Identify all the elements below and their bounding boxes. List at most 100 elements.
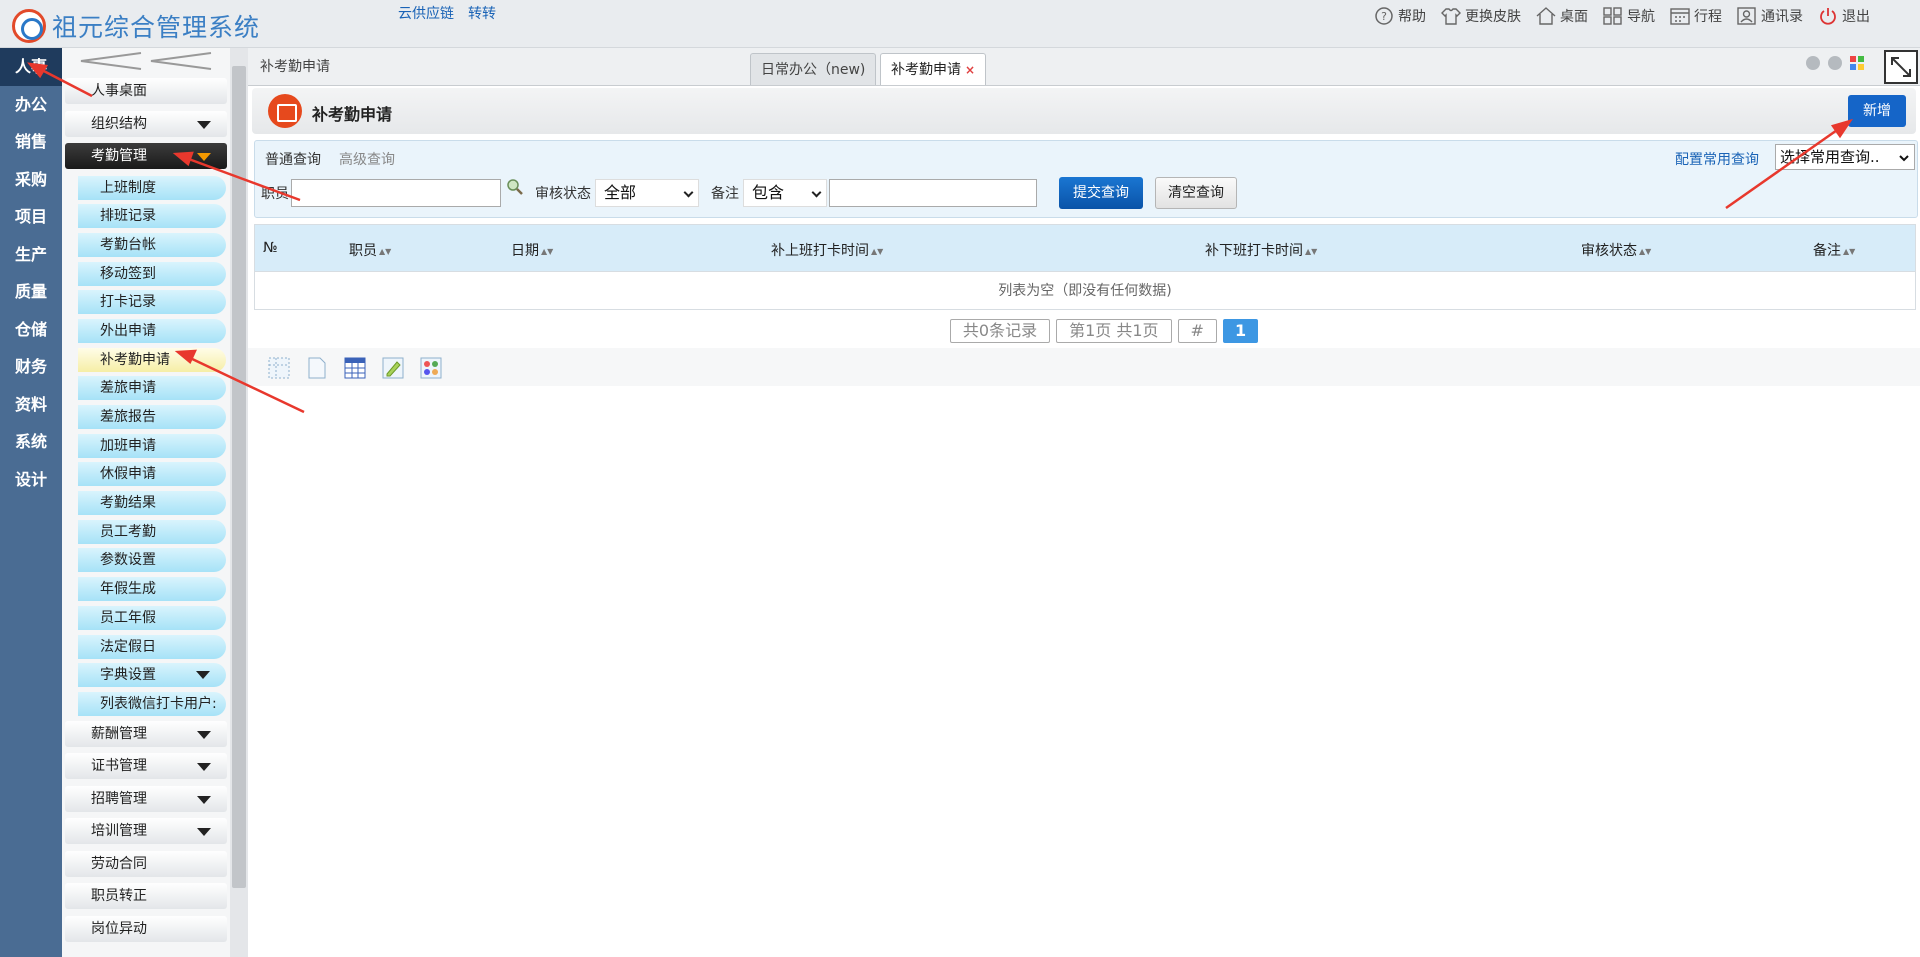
menu-training-management[interactable]: 培训管理 [65, 818, 227, 845]
config-common-query-link[interactable]: 配置常用查询 [1675, 149, 1759, 169]
desktop-button[interactable]: 桌面 [1535, 5, 1588, 27]
saved-query-select[interactable]: 选择常用查询.. [1775, 144, 1915, 170]
change-skin-label: 更换皮肤 [1465, 9, 1521, 25]
menu-labor-contract[interactable]: 劳动合同 [65, 850, 227, 877]
tab-normal-query[interactable]: 普通查询 [265, 149, 321, 169]
category-design[interactable]: 设计 [0, 461, 62, 499]
category-purchase[interactable]: 采购 [0, 161, 62, 199]
col-date[interactable]: 日期 ▲▼ [511, 240, 553, 260]
tab-prev-icon[interactable] [1806, 56, 1820, 70]
status-select[interactable]: 全部 [595, 179, 699, 207]
menu-position-change[interactable]: 岗位异动 [65, 915, 227, 942]
status-label: 审核状态 [535, 186, 591, 202]
col-staff[interactable]: 职员 ▲▼ [349, 240, 391, 260]
sub-staff-attendance[interactable]: 员工考勤 [78, 519, 226, 544]
pager-jump-button[interactable]: # [1177, 319, 1217, 343]
submit-query-button[interactable]: 提交查询 [1059, 177, 1143, 209]
sub-annual-leave-generate[interactable]: 年假生成 [78, 577, 226, 602]
col-makeup-off-time[interactable]: 补下班打卡时间 ▲▼ [1205, 240, 1317, 260]
sub-mobile-checkin[interactable]: 移动签到 [78, 261, 226, 286]
col-review-status[interactable]: 审核状态 ▲▼ [1581, 240, 1651, 260]
category-production[interactable]: 生产 [0, 236, 62, 274]
sub-staff-annual-leave[interactable]: 员工年假 [78, 605, 226, 630]
close-icon[interactable]: × [965, 63, 975, 77]
table-icon[interactable] [344, 357, 366, 379]
tab-daily-office[interactable]: 日常办公（new) [750, 53, 877, 85]
sub-travel-report[interactable]: 差旅报告 [78, 405, 226, 429]
category-system[interactable]: 系统 [0, 423, 62, 461]
menu-attendance-management[interactable]: 考勤管理 [65, 143, 227, 169]
tab-next-icon[interactable] [1828, 56, 1842, 70]
menu-hr-desktop[interactable]: 人事桌面 [65, 78, 227, 104]
scrollbar-thumb[interactable] [232, 66, 246, 888]
category-project[interactable]: 项目 [0, 198, 62, 236]
tab-makeup-attendance[interactable]: 补考勤申请 × [880, 53, 987, 85]
sub-parameter-settings[interactable]: 参数设置 [78, 548, 226, 573]
category-quality[interactable]: 质量 [0, 273, 62, 311]
edit-icon[interactable] [382, 357, 404, 379]
grid-toolbar [248, 348, 1920, 386]
menu-recruitment-management[interactable]: 招聘管理 [65, 785, 227, 812]
sub-attendance-ledger[interactable]: 考勤台帐 [78, 232, 226, 257]
top-link-supply-chain[interactable]: 云供应链 [398, 3, 454, 23]
category-office[interactable]: 办公 [0, 86, 62, 124]
sub-leave-request[interactable]: 休假申请 [78, 462, 226, 487]
top-links: 云供应链 转转 [398, 3, 496, 23]
sub-wechat-punch-users[interactable]: 列表微信打卡用户: [78, 691, 226, 716]
sub-punch-records[interactable]: 打卡记录 [78, 290, 226, 315]
col-remark[interactable]: 备注 ▲▼ [1813, 240, 1855, 260]
top-link-transfer[interactable]: 转转 [468, 3, 496, 23]
help-button[interactable]: ? 帮助 [1373, 5, 1426, 27]
chevron-down-icon [197, 763, 211, 772]
grid-select-icon[interactable] [268, 357, 290, 379]
tool-menu: ? 帮助 更换皮肤 桌面 导航 行程 通讯录 退出 [1373, 5, 1870, 27]
sub-public-holidays[interactable]: 法定假日 [78, 634, 226, 659]
grid-header: № 职员 ▲▼ 日期 ▲▼ 补上班打卡时间 ▲▼ 补下班打卡时间 ▲▼ 审核状态 ▲▼ 备… [255, 225, 1915, 271]
sub-outing-request[interactable]: 外出申请 [78, 318, 226, 343]
col-makeup-on-time[interactable]: 补上班打卡时间 ▲▼ [771, 240, 883, 260]
contacts-button[interactable]: 通讯录 [1736, 5, 1803, 27]
category-sales[interactable]: 销售 [0, 123, 62, 161]
category-bar: 人事 办公 销售 采购 项目 生产 质量 仓储 财务 资料 系统 设计 [0, 48, 62, 957]
collapse-sidebar-button[interactable] [62, 48, 230, 78]
sub-makeup-attendance[interactable]: 补考勤申请 [78, 347, 226, 372]
menu-certificate-management[interactable]: 证书管理 [65, 753, 227, 780]
category-data[interactable]: 资料 [0, 386, 62, 424]
menu-staff-regularization[interactable]: 职员转正 [65, 883, 227, 910]
sidebar-scrollbar[interactable] [230, 48, 248, 957]
staff-input[interactable] [291, 179, 501, 207]
remark-input[interactable] [829, 179, 1037, 207]
menu-salary-management[interactable]: 薪酬管理 [65, 720, 227, 747]
sub-travel-request[interactable]: 差旅申请 [78, 376, 226, 401]
logout-button[interactable]: 退出 [1817, 5, 1870, 27]
sub-shift-records[interactable]: 排班记录 [78, 204, 226, 229]
navigation-button[interactable]: 导航 [1602, 5, 1655, 27]
clear-query-button[interactable]: 清空查询 [1155, 177, 1237, 209]
menu-org-structure[interactable]: 组织结构 [65, 110, 227, 137]
category-warehouse[interactable]: 仓储 [0, 311, 62, 349]
tab-advanced-query[interactable]: 高级查询 [339, 149, 395, 169]
windows-icon[interactable] [1850, 56, 1864, 74]
sort-icon: ▲▼ [1305, 246, 1318, 256]
calendar-grid-icon [268, 94, 302, 128]
tab-nav [1806, 56, 1864, 74]
menu-salary-label: 薪酬管理 [91, 725, 147, 742]
category-hr[interactable]: 人事 [0, 48, 62, 86]
document-icon[interactable] [306, 357, 328, 379]
app-logo[interactable]: 祖元综合管理系统 [12, 8, 260, 44]
search-icon[interactable] [505, 177, 525, 201]
help-icon: ? [1373, 5, 1395, 27]
palette-icon[interactable] [420, 357, 442, 379]
new-button[interactable]: 新增 [1848, 95, 1906, 127]
category-finance[interactable]: 财务 [0, 348, 62, 386]
contacts-icon [1736, 5, 1758, 27]
sub-dictionary-settings[interactable]: 字典设置 [78, 663, 226, 688]
sub-attendance-result[interactable]: 考勤结果 [78, 491, 226, 516]
sub-overtime-request[interactable]: 加班申请 [78, 433, 226, 458]
pager-current-page[interactable]: 1 [1222, 319, 1259, 343]
fullscreen-button[interactable] [1884, 50, 1918, 84]
sub-work-rules[interactable]: 上班制度 [78, 175, 226, 200]
remark-operator-select[interactable]: 包含 [743, 179, 827, 207]
change-skin-button[interactable]: 更换皮肤 [1440, 5, 1521, 27]
schedule-button[interactable]: 行程 [1669, 5, 1722, 27]
